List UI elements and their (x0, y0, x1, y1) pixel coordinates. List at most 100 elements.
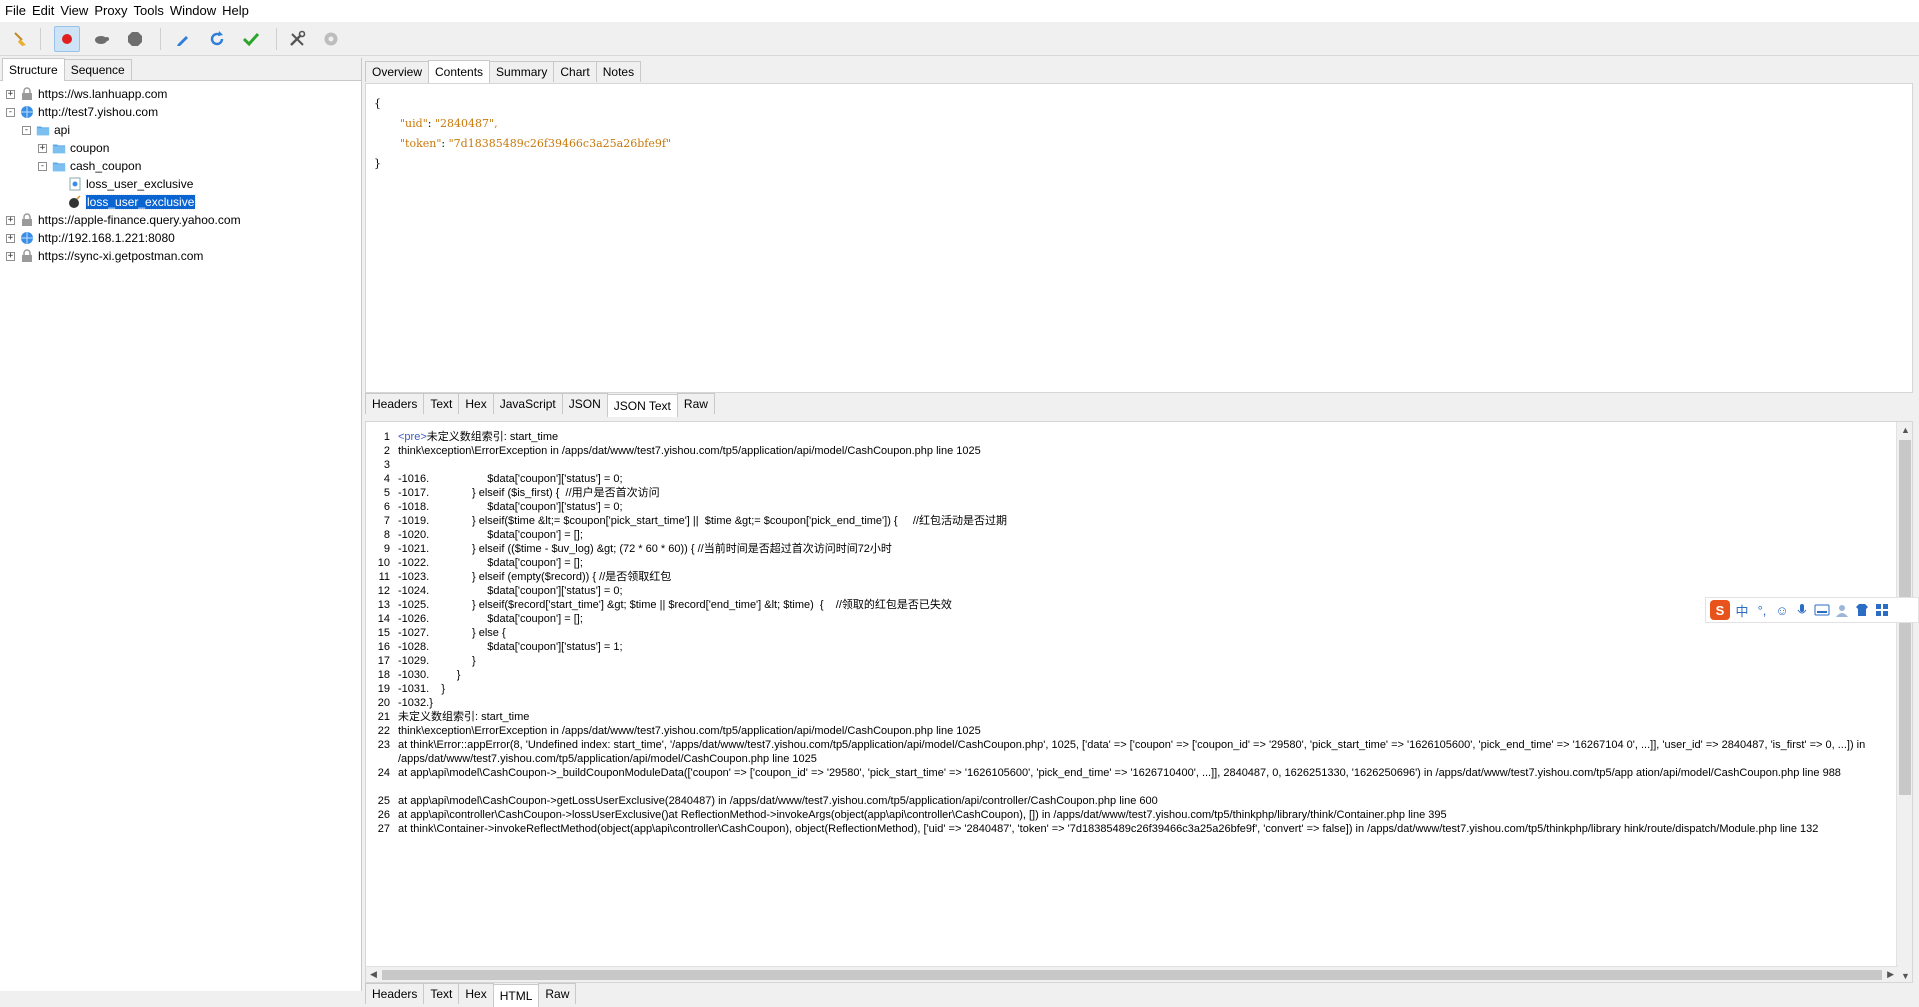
request-tab-javascript[interactable]: JavaScript (492, 393, 563, 414)
menu-tools[interactable]: Tools (133, 0, 169, 22)
ime-punctuation-toggle[interactable]: °, (1754, 600, 1770, 620)
emoji-icon[interactable]: ☺ (1774, 600, 1790, 620)
menu-window[interactable]: Window (169, 0, 221, 22)
json-value-uid: "2840487", (434, 117, 498, 130)
scroll-right-icon[interactable]: ▶ (1887, 969, 1894, 980)
tree-node[interactable]: + https://ws.lanhuapp.com (0, 85, 361, 103)
menu-help[interactable]: Help (221, 0, 254, 22)
response-tab-html[interactable]: HTML (492, 984, 540, 1007)
tab-chart[interactable]: Chart (553, 61, 597, 82)
settings-icon[interactable] (318, 26, 344, 52)
tree-node[interactable]: - api (0, 121, 361, 139)
repeat-icon[interactable] (204, 26, 230, 52)
tree-node[interactable]: + https://sync-xi.getpostman.com (0, 247, 361, 265)
expand-icon[interactable]: + (6, 251, 15, 261)
line-text: think\exception\ErrorException in /apps/… (398, 725, 981, 737)
line-text: -1019. } elseif($time &lt;= $coupon['pic… (398, 515, 1007, 527)
tab-summary[interactable]: Summary (489, 61, 555, 82)
request-tab-text[interactable]: Text (423, 393, 460, 414)
request-tab-headers[interactable]: Headers (365, 393, 425, 414)
line-text: -1021. } elseif (($time - $uv_log) &gt; … (398, 543, 892, 555)
tree-node-selected[interactable]: loss_user_exclusive (0, 193, 361, 211)
ime-language-toggle[interactable]: 中 (1734, 600, 1750, 620)
record-icon[interactable] (54, 26, 80, 52)
json-open-brace: { (374, 97, 381, 110)
turtle-icon[interactable] (88, 26, 114, 52)
broom-icon[interactable] (8, 26, 34, 52)
line-text: -1017. } elseif ($is_first) { //用户是否首次访问 (398, 487, 660, 499)
sogou-logo-icon[interactable]: S (1710, 600, 1730, 620)
tree-node-label: cash_coupon (70, 159, 142, 173)
tree-node[interactable]: + coupon (0, 139, 361, 157)
keyboard-icon[interactable] (1814, 600, 1830, 620)
menu-proxy[interactable]: Proxy (93, 0, 132, 22)
request-tab-json-text[interactable]: JSON Text (606, 394, 678, 417)
line-number: 23 (377, 739, 390, 751)
line-number: 5 (383, 487, 390, 499)
scroll-up-icon[interactable]: ▲ (1901, 425, 1910, 435)
expand-icon[interactable]: + (6, 233, 15, 243)
request-tab-hex[interactable]: Hex (458, 393, 494, 414)
line-number: 17 (377, 655, 390, 667)
line-text: -1022. $data['coupon'] = []; (398, 557, 583, 569)
collapse-icon[interactable]: - (38, 161, 47, 171)
validate-icon[interactable] (238, 26, 264, 52)
line-text: -1026. $data['coupon'] = []; (398, 613, 583, 625)
expand-icon[interactable]: + (38, 143, 47, 153)
tab-sequence[interactable]: Sequence (63, 59, 132, 80)
menu-view[interactable]: View (59, 0, 93, 22)
response-tab-text[interactable]: Text (423, 983, 460, 1004)
line-text: -1027. } else { (398, 627, 506, 639)
skin-icon[interactable] (1854, 600, 1870, 620)
scroll-down-icon[interactable]: ▼ (1901, 971, 1910, 981)
expand-icon[interactable]: + (6, 89, 15, 99)
line-number: 24 (377, 767, 390, 779)
menu-edit[interactable]: Edit (31, 0, 59, 22)
scroll-left-icon[interactable]: ◀ (370, 969, 377, 980)
microphone-icon[interactable] (1794, 600, 1810, 620)
line-number: 9 (383, 543, 390, 555)
line-text: at app\api\controller\CashCoupon->lossUs… (398, 809, 1447, 821)
line-text: at think\Container->invokeReflectMethod(… (398, 823, 1819, 835)
breakpoint-icon[interactable] (122, 26, 148, 52)
line-number: 18 (377, 669, 390, 681)
lock-icon (20, 213, 34, 227)
collapse-icon[interactable]: - (6, 107, 15, 117)
request-tab-raw[interactable]: Raw (676, 393, 715, 414)
toolbox-icon[interactable] (1874, 600, 1890, 620)
line-text: -1029. } (398, 655, 476, 667)
request-tab-json[interactable]: JSON (561, 393, 608, 414)
line-text: at app\api\model\CashCoupon->getLossUser… (398, 795, 1158, 807)
line-text: 未定义数组索引: start_time (426, 431, 559, 443)
response-tab-hex[interactable]: Hex (458, 983, 494, 1004)
compose-icon[interactable] (170, 26, 196, 52)
folder-icon (52, 141, 66, 155)
horizontal-scroll-thumb[interactable] (382, 970, 1882, 980)
ime-toolbar: S 中 °, ☺ (1705, 597, 1919, 623)
line-text: -1028. $data['coupon']['status'] = 1; (398, 641, 623, 653)
tree-node[interactable]: + https://apple-finance.query.yahoo.com (0, 211, 361, 229)
tree-node[interactable]: - http://test7.yishou.com (0, 103, 361, 121)
tab-notes[interactable]: Notes (595, 61, 642, 82)
tree-node[interactable]: + http://192.168.1.221:8080 (0, 229, 361, 247)
vertical-scrollbar[interactable]: ▲ ▼ (1896, 422, 1912, 982)
menu-file[interactable]: File (4, 0, 31, 22)
tree-node-label: coupon (70, 141, 110, 155)
line-number: 22 (377, 725, 390, 737)
response-tab-raw[interactable]: Raw (538, 983, 577, 1004)
tab-contents[interactable]: Contents (428, 60, 491, 83)
horizontal-scrollbar[interactable]: ◀ ▶ (366, 966, 1898, 982)
tab-structure[interactable]: Structure (2, 58, 65, 81)
tree-node[interactable]: - cash_coupon (0, 157, 361, 175)
tab-overview[interactable]: Overview (365, 61, 430, 82)
response-tab-headers[interactable]: Headers (365, 983, 425, 1004)
tree-node[interactable]: loss_user_exclusive (0, 175, 361, 193)
expand-icon[interactable]: + (6, 215, 15, 225)
line-text: -1020. $data['coupon'] = []; (398, 529, 583, 541)
line-number: 26 (377, 809, 390, 821)
tree-node-label: https://ws.lanhuapp.com (38, 87, 168, 101)
line-number: 25 (377, 795, 390, 807)
collapse-icon[interactable]: - (22, 125, 31, 135)
tools-icon[interactable] (284, 26, 310, 52)
user-icon[interactable] (1834, 600, 1850, 620)
